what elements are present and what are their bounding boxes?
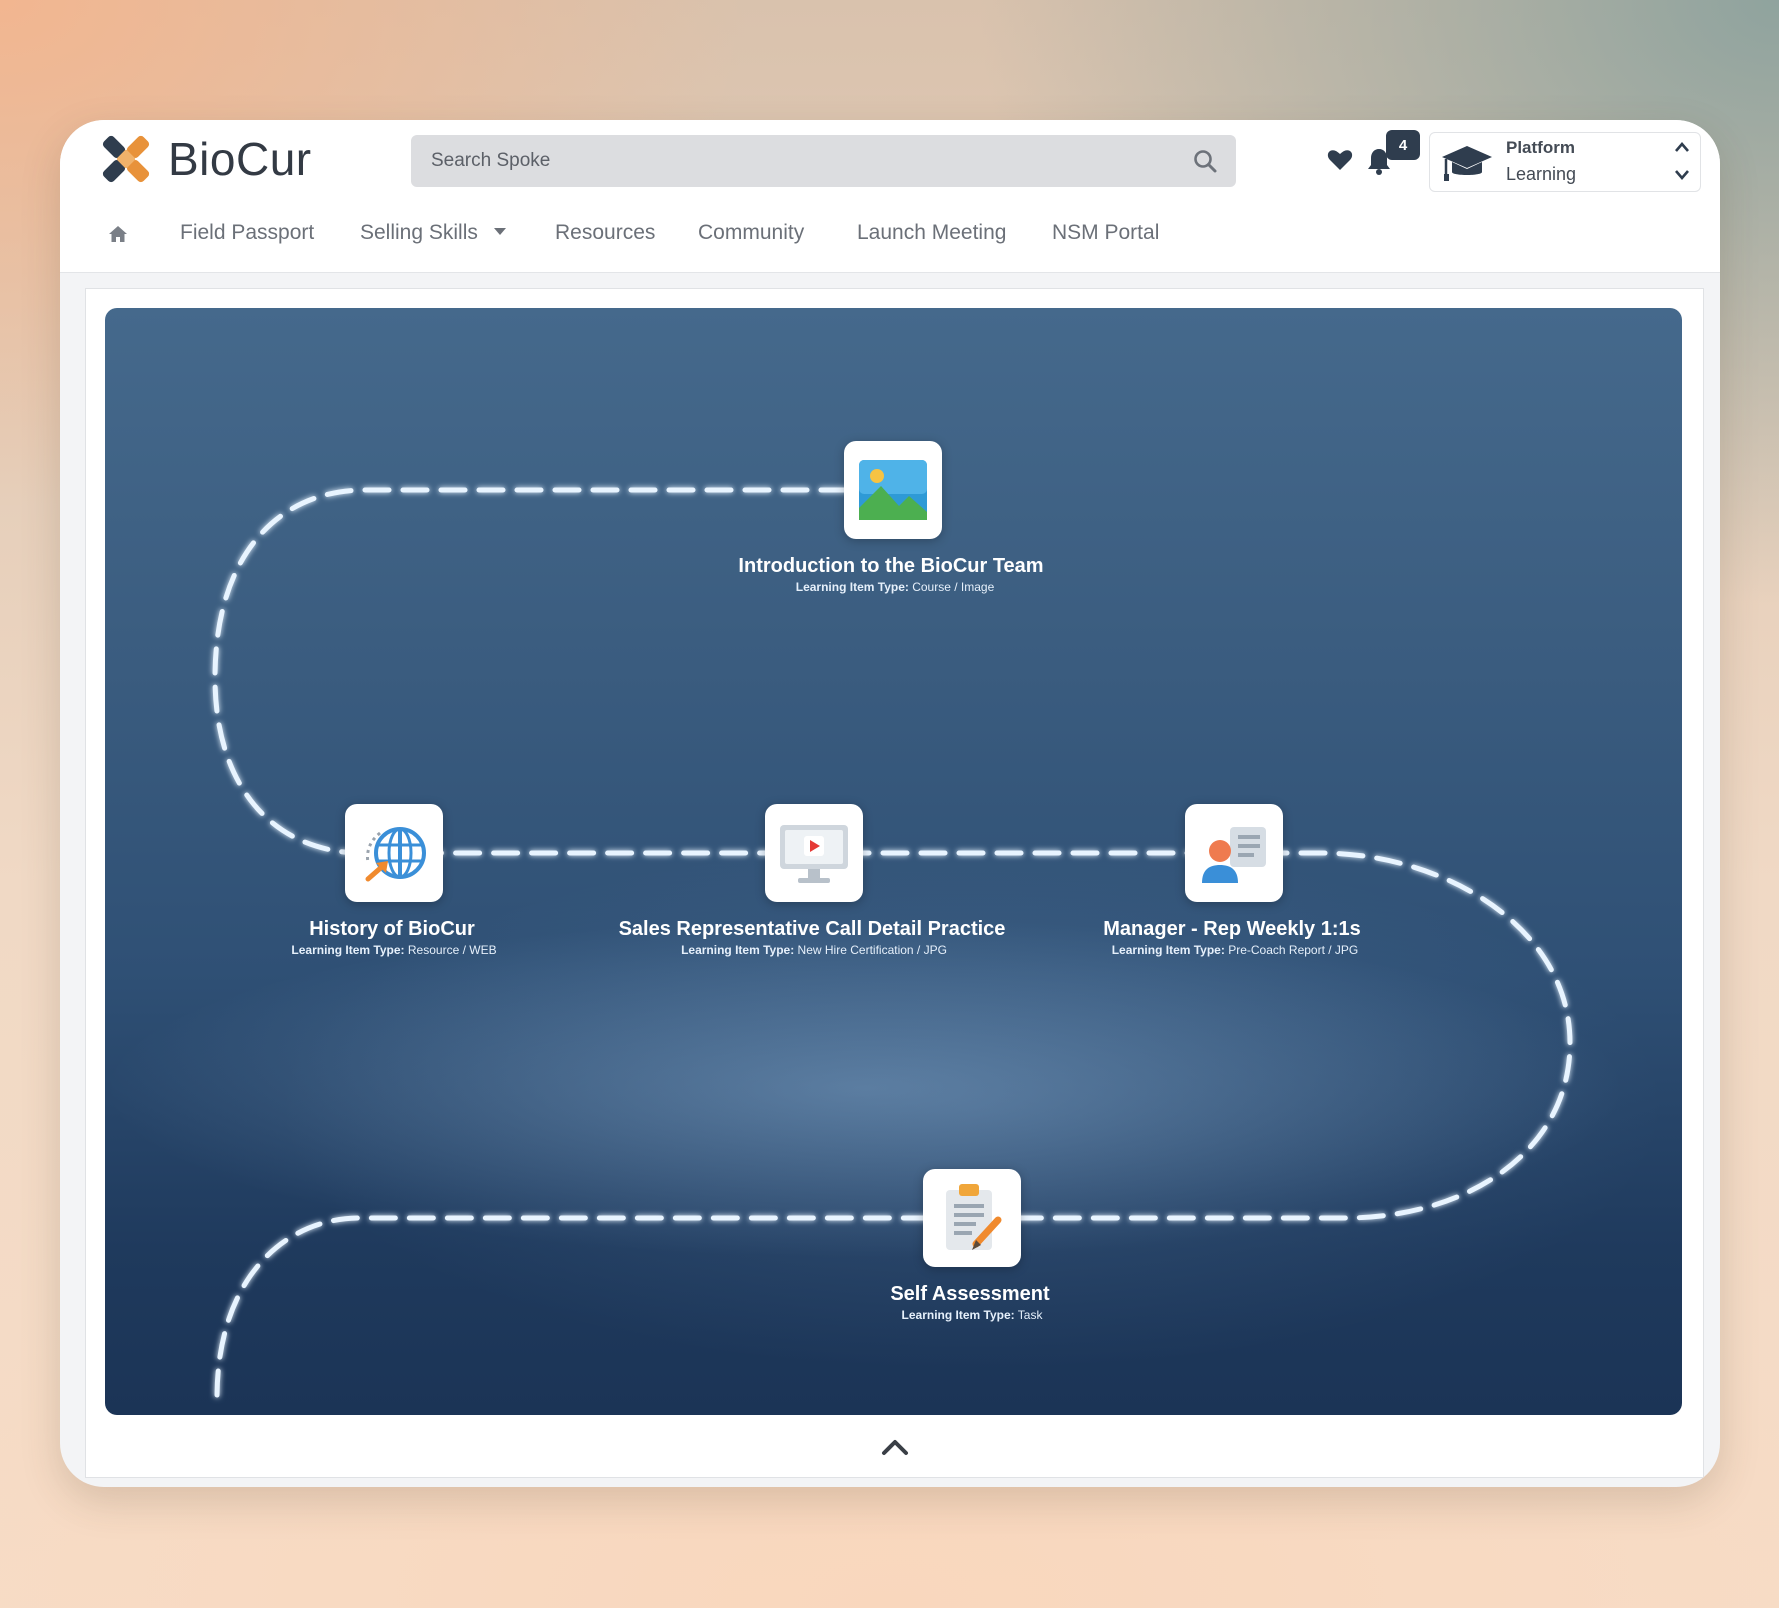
type-value: Resource / WEB xyxy=(407,943,497,957)
image-icon xyxy=(859,460,927,520)
search-icon[interactable] xyxy=(1192,148,1218,174)
clipboard-edit-icon xyxy=(946,1184,1002,1250)
biocur-logo[interactable]: BioCur xyxy=(94,128,312,190)
nav-item-community[interactable]: Community xyxy=(698,221,804,245)
contact-card-icon xyxy=(1202,827,1266,883)
nav-item-launch-meeting[interactable]: Launch Meeting xyxy=(857,221,1006,245)
learning-item-title-manager-rep[interactable]: Manager - Rep Weekly 1:1s xyxy=(1103,918,1361,941)
nav-item-selling-skills[interactable]: Selling Skills xyxy=(360,221,506,245)
screenshot-frame: BioCur 4 Pla xyxy=(0,0,1779,1608)
type-value: Pre-Coach Report / JPG xyxy=(1228,943,1359,957)
chevron-down-icon[interactable] xyxy=(1674,169,1690,181)
learning-item-tile-introduction[interactable] xyxy=(844,441,942,539)
collapse-chevron-up-icon[interactable] xyxy=(880,1437,910,1457)
web-globe-icon xyxy=(365,827,426,882)
selector-label-platform: Platform xyxy=(1506,138,1575,157)
nav-item-nsm-portal[interactable]: NSM Portal xyxy=(1052,221,1159,245)
platform-selector[interactable]: Platform Learning xyxy=(1429,132,1701,192)
type-prefix: Learning Item Type: xyxy=(1111,943,1225,957)
type-value: Task xyxy=(1017,1308,1043,1322)
learning-item-type-manager-rep: Learning Item Type: Pre-Coach Report / J… xyxy=(1112,943,1359,957)
biocur-logo-icon xyxy=(102,135,150,183)
heart-icon[interactable] xyxy=(1327,148,1353,172)
learning-item-type-introduction: Learning Item Type: Course / Image xyxy=(796,580,995,594)
type-prefix: Learning Item Type: xyxy=(901,1308,1015,1322)
learning-item-title-sales-call[interactable]: Sales Representative Call Detail Practic… xyxy=(619,918,1006,941)
video-monitor-icon xyxy=(780,825,848,883)
content-panel: Introduction to the BioCur Team Learning… xyxy=(85,288,1704,1478)
type-value: Course / Image xyxy=(912,580,995,594)
notification-count-badge: 4 xyxy=(1386,130,1420,160)
nav-item-resources[interactable]: Resources xyxy=(555,221,655,245)
learning-item-type-history: Learning Item Type: Resource / WEB xyxy=(291,943,496,957)
chevron-up-icon[interactable] xyxy=(1674,141,1690,153)
type-value: New Hire Certification / JPG xyxy=(797,943,947,957)
main-nav: Field Passport Selling Skills Resources … xyxy=(60,198,1720,273)
learning-item-type-self-assessment: Learning Item Type: Task xyxy=(902,1308,1043,1322)
search-input[interactable] xyxy=(411,135,1236,187)
learning-item-tile-manager-rep[interactable] xyxy=(1185,804,1283,902)
selector-label-learning: Learning xyxy=(1506,164,1577,184)
learning-item-title-self-assessment[interactable]: Self Assessment xyxy=(890,1283,1049,1306)
learning-item-title-history[interactable]: History of BioCur xyxy=(309,918,475,941)
learning-item-tile-sales-call[interactable] xyxy=(765,804,863,902)
nav-item-selling-skills-label: Selling Skills xyxy=(360,221,478,244)
network-glow xyxy=(105,918,1625,1258)
caret-down-icon xyxy=(493,227,506,235)
type-prefix: Learning Item Type: xyxy=(795,580,909,594)
learning-item-tile-history[interactable] xyxy=(345,804,443,902)
learning-item-type-sales-call: Learning Item Type: New Hire Certificati… xyxy=(681,943,947,957)
home-icon[interactable] xyxy=(108,225,128,243)
learning-path-canvas: Introduction to the BioCur Team Learning… xyxy=(105,308,1682,1415)
learning-item-tile-self-assessment[interactable] xyxy=(923,1169,1021,1267)
type-prefix: Learning Item Type: xyxy=(681,943,795,957)
app-window: BioCur 4 Pla xyxy=(60,120,1720,1487)
top-bar: BioCur 4 Pla xyxy=(60,120,1720,199)
type-prefix: Learning Item Type: xyxy=(291,943,405,957)
learning-item-title-introduction[interactable]: Introduction to the BioCur Team xyxy=(738,555,1043,578)
nav-item-field-passport[interactable]: Field Passport xyxy=(180,221,314,245)
logo-text: BioCur xyxy=(168,133,312,185)
graduation-cap-icon xyxy=(1442,146,1492,181)
